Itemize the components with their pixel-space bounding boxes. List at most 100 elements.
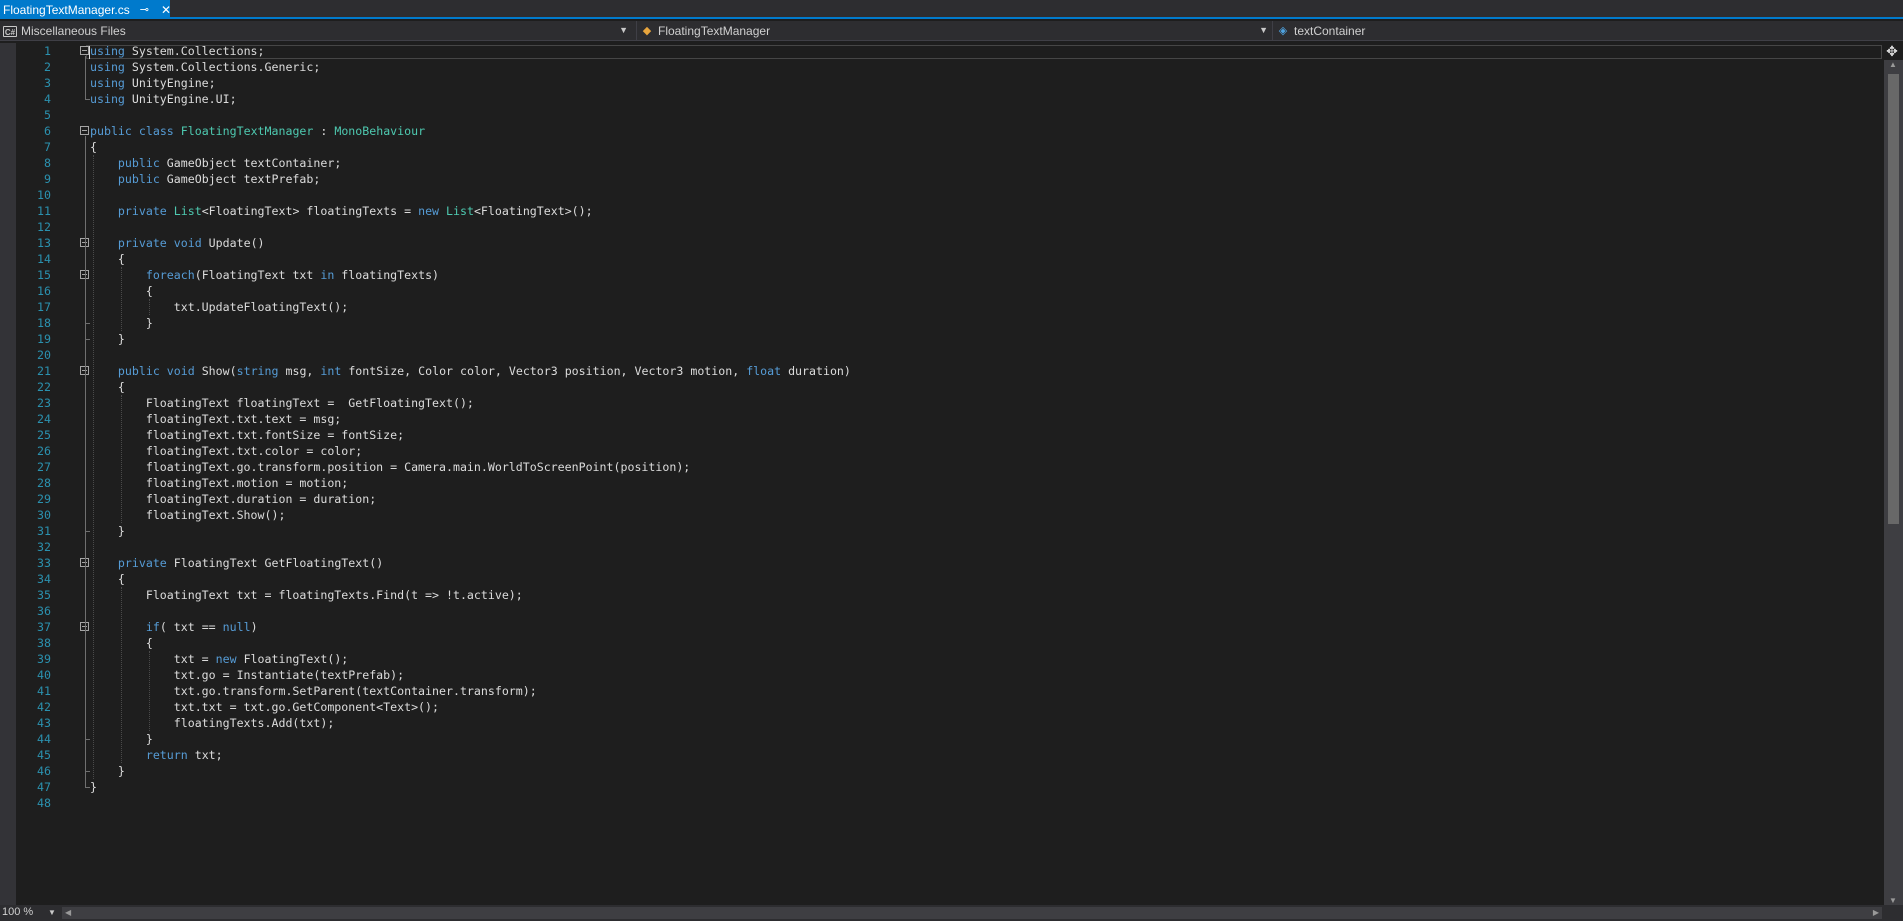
indent-guide (149, 651, 150, 731)
navigation-bar: C# Miscellaneous Files ▼ ◆ FloatingTextM… (0, 21, 1903, 41)
line-number: 41 (37, 684, 51, 698)
line-number: 6 (44, 124, 51, 138)
project-label: Miscellaneous Files (21, 24, 126, 38)
line-number: 22 (37, 380, 51, 394)
member-label: textContainer (1294, 24, 1366, 38)
line-text: } (90, 764, 125, 778)
line-text: { (90, 380, 125, 394)
chevron-down-icon: ▼ (619, 25, 628, 35)
close-icon[interactable]: ✕ (161, 3, 171, 17)
outline-end (85, 99, 90, 100)
line-number: 45 (37, 748, 51, 762)
outline-line (85, 56, 86, 99)
member-dropdown[interactable]: ◈ textContainer (1272, 21, 1882, 41)
line-text: using UnityEngine; (90, 76, 216, 90)
line-number: 37 (37, 620, 51, 634)
indent-guide (121, 587, 122, 763)
line-text: floatingTexts.Add(txt); (90, 716, 335, 730)
line-number: 16 (37, 284, 51, 298)
line-text: floatingText.txt.text = msg; (90, 412, 342, 426)
project-dropdown[interactable]: C# Miscellaneous Files ▼ (0, 21, 632, 41)
line-number: 21 (37, 364, 51, 378)
csharp-project-icon: C# (3, 25, 17, 37)
line-number: 35 (37, 588, 51, 602)
outline-end (85, 323, 90, 324)
line-number: 10 (37, 188, 51, 202)
line-number: 26 (37, 444, 51, 458)
line-text: txt.txt = txt.go.GetComponent<Text>(); (90, 700, 440, 714)
line-number: 44 (37, 732, 51, 746)
outline-line (85, 280, 86, 323)
scroll-right-icon[interactable]: ▶ (1873, 907, 1879, 919)
line-text: public void Show(string msg, int fontSiz… (117, 364, 851, 378)
line-number: 18 (37, 316, 51, 330)
line-text: return txt; (145, 748, 223, 762)
scroll-down-icon[interactable]: ▼ (1889, 896, 1897, 905)
class-label: FloatingTextManager (658, 24, 771, 38)
line-text: public class FloatingTextManager : MonoB… (90, 124, 426, 138)
editor-bottom-bar: 100 % ▼ ◀ ▶ (0, 905, 1903, 921)
line-text: FloatingText floatingText = GetFloatingT… (90, 396, 474, 410)
line-number: 48 (37, 796, 51, 810)
line-number: 33 (37, 556, 51, 570)
line-text: floatingText.motion = motion; (90, 476, 349, 490)
scroll-left-icon[interactable]: ◀ (65, 907, 71, 919)
vertical-scrollbar[interactable]: ▲ ▼ (1884, 60, 1903, 905)
outline-end (85, 739, 90, 740)
outline-end (85, 787, 90, 788)
line-text: } (90, 780, 97, 794)
chevron-down-icon[interactable]: ▼ (48, 908, 56, 917)
line-text: foreach(FloatingText txt in floatingText… (145, 268, 440, 282)
line-text: { (90, 252, 125, 266)
line-number: 34 (37, 572, 51, 586)
field-icon: ◈ (1278, 24, 1288, 37)
collapse-icon[interactable] (80, 46, 89, 55)
outline-end (85, 339, 90, 340)
line-number: 4 (44, 92, 51, 106)
line-number: 19 (37, 332, 51, 346)
line-number: 13 (37, 236, 51, 250)
code-editor[interactable]: 1 using System.Collections; 2 using System.… (0, 43, 1884, 905)
line-number: 9 (44, 172, 51, 186)
split-editor-icon[interactable]: ✥ (1883, 43, 1901, 59)
zoom-level[interactable]: 100 % (2, 906, 33, 918)
line-text: } (90, 524, 125, 538)
line-number: 40 (37, 668, 51, 682)
line-number: 46 (37, 764, 51, 778)
line-text: txt = new FloatingText(); (90, 652, 349, 666)
line-number: 36 (37, 604, 51, 618)
pin-icon[interactable]: ⊸ (140, 3, 149, 16)
line-text: using System.Collections.Generic; (90, 60, 321, 74)
line-number: 15 (37, 268, 51, 282)
class-dropdown[interactable]: ◆ FloatingTextManager ▼ (636, 21, 1272, 41)
line-number: 38 (37, 636, 51, 650)
line-text: txt.UpdateFloatingText(); (90, 300, 349, 314)
outline-end (85, 771, 90, 772)
line-text: if( txt == null) (145, 620, 258, 634)
line-text: floatingText.duration = duration; (90, 492, 377, 506)
line-number: 24 (37, 412, 51, 426)
outline-line (85, 376, 86, 531)
line-text: private FloatingText GetFloatingText() (117, 556, 384, 570)
horizontal-scrollbar[interactable]: ◀ ▶ (62, 907, 1882, 919)
line-number: 20 (37, 348, 51, 362)
line-number: 27 (37, 460, 51, 474)
line-text: { (90, 140, 97, 154)
line-text: using System.Collections; (90, 44, 265, 58)
line-text: txt.go = Instantiate(textPrefab); (90, 668, 405, 682)
line-number: 7 (44, 140, 51, 154)
line-number: 17 (37, 300, 51, 314)
collapse-icon[interactable] (80, 126, 89, 135)
tab-floatingtextmanager[interactable]: FloatingTextManager.cs ⊸ ✕ (0, 0, 171, 19)
tab-strip: FloatingTextManager.cs ⊸ ✕ (0, 0, 1903, 19)
line-number: 3 (44, 76, 51, 90)
vertical-scroll-thumb[interactable] (1888, 74, 1899, 524)
scroll-up-icon[interactable]: ▲ (1889, 60, 1897, 69)
line-number: 12 (37, 220, 51, 234)
line-text: floatingText.go.transform.position = Cam… (90, 460, 691, 474)
chevron-down-icon: ▼ (1259, 25, 1268, 35)
line-number: 8 (44, 156, 51, 170)
line-number: 39 (37, 652, 51, 666)
line-number: 43 (37, 716, 51, 730)
line-number: 28 (37, 476, 51, 490)
